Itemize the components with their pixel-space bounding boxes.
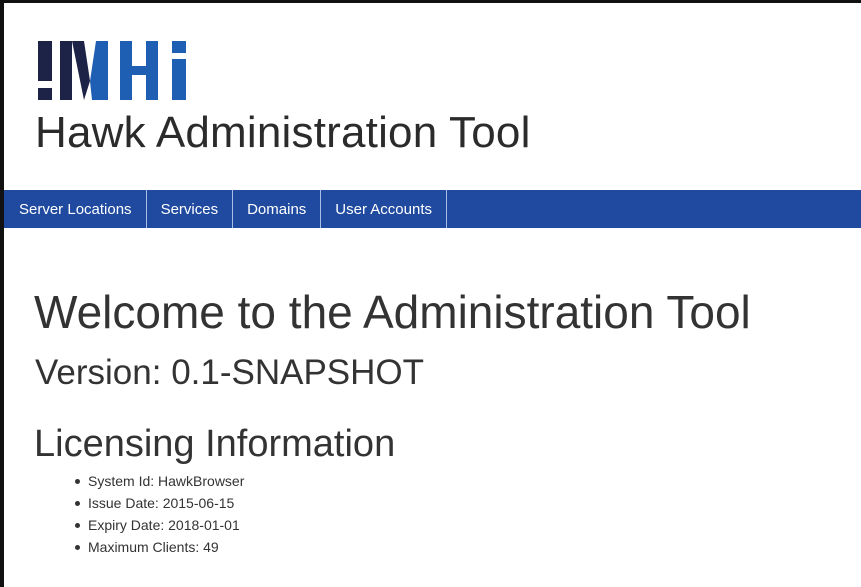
nav-item-user-accounts[interactable]: User Accounts [321, 190, 447, 228]
nav-item-domains[interactable]: Domains [233, 190, 322, 228]
license-issue-date: Issue Date: 2015-06-15 [75, 492, 244, 514]
welcome-heading: Welcome to the Administration Tool [34, 286, 751, 338]
main-navbar: Server Locations Services Domains User A… [4, 190, 861, 228]
license-max-clients: Maximum Clients: 49 [75, 536, 244, 558]
nav-item-services[interactable]: Services [147, 190, 234, 228]
license-expiry-date: Expiry Date: 2018-01-01 [75, 514, 244, 536]
licensing-list: System Id: HawkBrowser Issue Date: 2015-… [75, 470, 244, 558]
license-system-id: System Id: HawkBrowser [75, 470, 244, 492]
app-title: Hawk Administration Tool [35, 108, 531, 157]
mhi-logo [38, 41, 186, 100]
nav-item-server-locations[interactable]: Server Locations [4, 190, 147, 228]
version-heading: Version: 0.1-SNAPSHOT [35, 353, 425, 392]
licensing-heading: Licensing Information [34, 423, 396, 465]
